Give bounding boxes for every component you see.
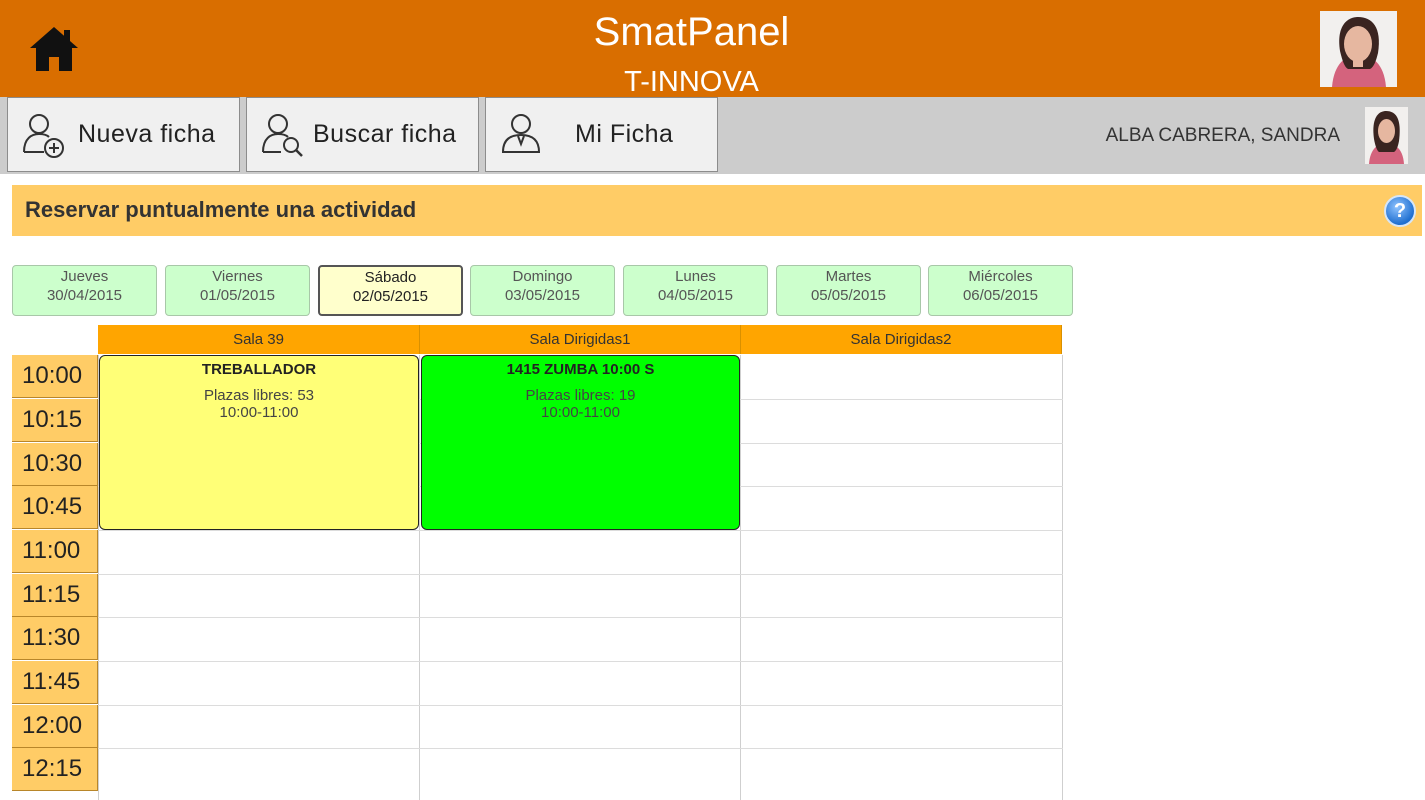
- app-subtitle: T-INNOVA: [624, 66, 759, 98]
- search-record-button[interactable]: Buscar ficha: [246, 97, 479, 172]
- time-slot: 11:15: [12, 574, 98, 617]
- section-header: Reservar puntualmente una actividad ?: [12, 185, 1422, 236]
- time-slot: 10:00: [12, 355, 98, 398]
- user-profile-icon: [498, 110, 544, 158]
- grid-row-line: [98, 530, 1063, 531]
- grid-row-line: [98, 617, 1063, 618]
- grid-row-line: [98, 705, 1063, 706]
- day-tab-domingo[interactable]: Domingo 03/05/2015: [470, 265, 615, 316]
- new-record-button[interactable]: Nueva ficha: [7, 97, 240, 172]
- search-user-icon: [259, 110, 305, 158]
- room-column[interactable]: [740, 355, 1063, 800]
- day-tab-miercoles[interactable]: Miércoles 06/05/2015: [928, 265, 1073, 316]
- activity-time: 10:00-11:00: [541, 404, 620, 421]
- day-tab-martes[interactable]: Martes 05/05/2015: [776, 265, 921, 316]
- user-avatar[interactable]: [1365, 107, 1408, 164]
- grid-row-line: [98, 748, 1063, 749]
- day-tab-jueves[interactable]: Jueves 30/04/2015: [12, 265, 157, 316]
- room-header: Sala 39: [98, 325, 420, 354]
- time-slot: 12:00: [12, 705, 98, 748]
- section-title: Reservar puntualmente una actividad: [25, 197, 417, 222]
- day-tab-viernes[interactable]: Viernes 01/05/2015: [165, 265, 310, 316]
- activity-places: Plazas libres: 53: [203, 387, 315, 404]
- app-title: SmatPanel: [593, 10, 790, 54]
- activity-card[interactable]: TREBALLADOR Plazas libres: 53 10:00-11:0…: [99, 355, 419, 530]
- my-record-label: Mi Ficha: [575, 120, 674, 148]
- user-name: ALBA CABRERA, SANDRA: [1105, 125, 1340, 146]
- time-slot: 10:45: [12, 486, 98, 529]
- day-tab-sabado[interactable]: Sábado 02/05/2015: [318, 265, 463, 316]
- help-icon[interactable]: ?: [1384, 195, 1416, 227]
- time-slot: 10:15: [12, 399, 98, 442]
- time-slot: 10:30: [12, 443, 98, 486]
- time-slot: 12:15: [12, 748, 98, 791]
- grid-row-line: [98, 574, 1063, 575]
- day-tab-lunes[interactable]: Lunes 04/05/2015: [623, 265, 768, 316]
- new-record-label: Nueva ficha: [78, 120, 216, 148]
- activity-name: TREBALLADOR: [201, 361, 317, 378]
- app-header: SmatPanel T-INNOVA: [0, 0, 1425, 98]
- activity-card[interactable]: 1415 ZUMBA 10:00 S Plazas libres: 19 10:…: [421, 355, 740, 530]
- room-header: Sala Dirigidas2: [741, 325, 1062, 354]
- my-record-button[interactable]: Mi Ficha: [485, 97, 718, 172]
- time-slot: 11:00: [12, 530, 98, 573]
- activity-time: 10:00-11:00: [219, 404, 299, 421]
- room-header: Sala Dirigidas1: [420, 325, 741, 354]
- time-slot: 11:30: [12, 617, 98, 660]
- toolbar: Nueva ficha Buscar ficha Mi Ficha ALBA C…: [0, 97, 1425, 174]
- grid-row-line: [98, 661, 1063, 662]
- activity-name: 1415 ZUMBA 10:00 S: [506, 361, 655, 378]
- avatar[interactable]: [1320, 11, 1397, 87]
- add-user-icon: [20, 110, 66, 158]
- search-record-label: Buscar ficha: [313, 120, 457, 148]
- activity-places: Plazas libres: 19: [525, 387, 636, 404]
- time-slot: 11:45: [12, 661, 98, 704]
